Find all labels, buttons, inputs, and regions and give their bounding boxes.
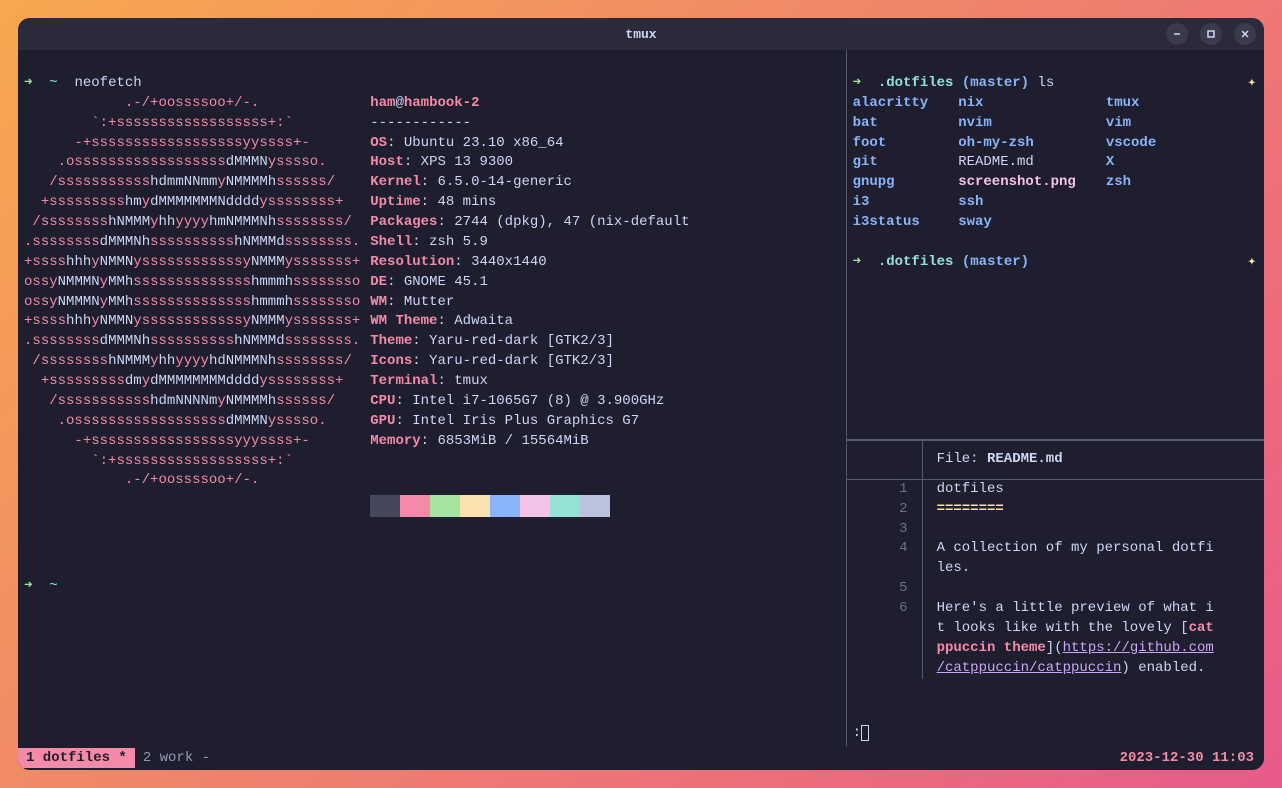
ls-item: gnupg [853,173,929,193]
right-panes: ➜ .dotfiles (master) ls ✦ alacrittybatfoo… [847,50,1264,746]
info-row: Packages: 2744 (dpkg), 47 (nix-default [370,213,689,233]
ls-item: git [853,153,929,173]
neofetch-output: .-/+oossssoo+/-. `:+ssssssssssssssssss+:… [24,94,840,537]
color-block [520,495,550,517]
ls-item: ssh [958,193,1076,213]
ls-item: foot [853,134,929,154]
close-button[interactable] [1234,23,1256,45]
color-block [580,495,610,517]
ls-item: i3 [853,193,929,213]
left-pane[interactable]: ➜ ~ neofetch .-/+oossssoo+/-. `:+sssssss… [18,50,847,746]
ls-item: vscode [1106,134,1156,154]
prompt-arrow: ➜ [24,75,32,91]
prompt-arrow: ➜ [24,578,32,594]
prompt-cwd: ~ [49,578,57,594]
status-datetime: 2023-12-30 11:03 [1120,750,1264,766]
titlebar: tmux [18,18,1264,50]
terminal-window: tmux ➜ ~ neofetch .-/+oossssoo+/-. `:+ss… [18,18,1264,770]
color-block [490,495,520,517]
info-row: OS: Ubuntu 23.10 x86_64 [370,134,689,154]
color-block [400,495,430,517]
ls-item: nix [958,94,1076,114]
info-row: Shell: zsh 5.9 [370,233,689,253]
ls-item: i3status [853,213,929,233]
tmux-statusbar: 1 dotfiles * 2 work - 2023-12-30 11:03 [18,746,1264,770]
ls-item: screenshot.png [958,173,1076,193]
line-numbers: 1 2 3 4 5 6 [847,480,923,679]
git-branch: (master) [962,254,1029,270]
git-branch: (master) [962,75,1029,91]
star-icon: ✦ [1248,74,1256,94]
prompt-arrow: ➜ [853,75,861,91]
info-row: DE: GNOME 45.1 [370,273,689,293]
prompt-command: neofetch [74,75,141,91]
star-icon: ✦ [1248,253,1256,273]
ls-item: X [1106,153,1156,173]
color-block [430,495,460,517]
color-palette [370,495,689,517]
ls-item: tmux [1106,94,1156,114]
ls-item: README.md [958,153,1076,173]
ls-item: sway [958,213,1076,233]
maximize-button[interactable] [1200,23,1222,45]
color-block [370,495,400,517]
terminal-body[interactable]: ➜ ~ neofetch .-/+oossssoo+/-. `:+sssssss… [18,50,1264,746]
info-row: Theme: Yaru-red-dark [GTK2/3] [370,332,689,352]
ls-item: vim [1106,114,1156,134]
info-row: Memory: 6853MiB / 15564MiB [370,432,689,452]
bottom-right-pane[interactable]: File: README.md 1 2 3 4 5 6 dotfiles ===… [847,440,1264,746]
prompt-dir: .dotfiles [878,254,954,270]
ls-output: alacrittybatfootgitgnupgi3i3status nixnvi… [853,94,1258,233]
info-row: CPU: Intel i7-1065G7 (8) @ 3.900GHz [370,392,689,412]
info-row: GPU: Intel Iris Plus Graphics G7 [370,412,689,432]
gutter [847,441,923,479]
top-right-pane[interactable]: ➜ .dotfiles (master) ls ✦ alacrittybatfoo… [847,50,1264,440]
command-line[interactable]: : [853,724,869,744]
tmux-window-active[interactable]: 1 dotfiles * [18,748,135,768]
info-row: Terminal: tmux [370,372,689,392]
ascii-logo: .-/+oossssoo+/-. `:+ssssssssssssssssss+:… [24,94,360,537]
bat-file-label: File: README.md [923,450,1063,470]
ls-item: nvim [958,114,1076,134]
cursor [861,725,869,741]
info-row: Resolution: 3440x1440 [370,253,689,273]
neofetch-info: ham@hambook-2 ------------ OS: Ubuntu 23… [360,94,689,537]
info-row: Host: XPS 13 9300 [370,153,689,173]
ls-item: zsh [1106,173,1156,193]
file-content: dotfiles ======== A collection of my per… [923,480,1264,679]
window-controls [1166,23,1256,45]
info-row: WM Theme: Adwaita [370,312,689,332]
tmux-window-inactive[interactable]: 2 work - [135,748,218,768]
status-left: 1 dotfiles * 2 work - [18,748,218,768]
bat-body: 1 2 3 4 5 6 dotfiles ======== A collecti… [847,480,1264,679]
info-row: Uptime: 48 mins [370,193,689,213]
minimize-button[interactable] [1166,23,1188,45]
prompt-dir: .dotfiles [878,75,954,91]
info-row: WM: Mutter [370,293,689,313]
color-block [460,495,490,517]
bat-header: File: README.md [847,440,1264,480]
ls-item: oh-my-zsh [958,134,1076,154]
info-row: Kernel: 6.5.0-14-generic [370,173,689,193]
ls-item: bat [853,114,929,134]
color-block [550,495,580,517]
prompt-arrow: ➜ [853,254,861,270]
window-title: tmux [625,27,656,42]
ls-item: alacritty [853,94,929,114]
info-row: Icons: Yaru-red-dark [GTK2/3] [370,352,689,372]
prompt-cwd: ~ [49,75,57,91]
ls-command: ls [1037,75,1054,91]
